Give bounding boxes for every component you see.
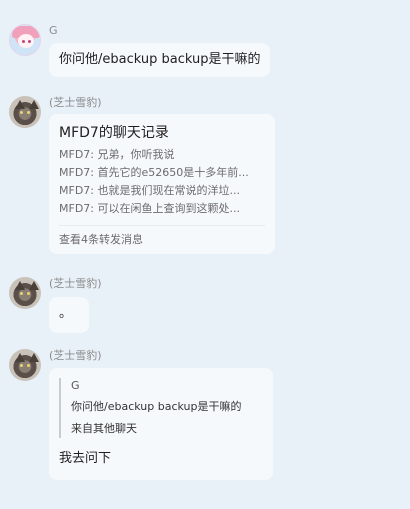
quote-sender: G [71,379,80,392]
forward-line: MFD7: 首先它的e52650是十多年前... [59,166,249,179]
avatar[interactable] [9,349,41,381]
message-text: 我去问下 [59,451,112,466]
quote-text: 你问他/ebackup backup是干嘛的 [71,400,242,413]
forward-line: MFD7: 可以在闲鱼上查询到这颗处... [59,202,240,215]
message-bubble[interactable]: 你问他/ebackup backup是干嘛的 [49,43,271,77]
forward-line: MFD7: 兄弟，你听我说 [59,148,175,161]
forwarded-chat-card[interactable]: MFD7的聊天记录 MFD7: 兄弟，你听我说 MFD7: 首先它的e52650… [49,114,275,254]
avatar[interactable] [9,24,41,56]
divider [59,225,265,226]
avatar[interactable] [9,96,41,128]
view-forwarded-link[interactable]: 查看4条转发消息 [59,232,265,248]
sender-name: (芝士雪豹) [49,349,102,362]
avatar[interactable] [9,277,41,309]
message-bubble[interactable]: 。 [49,297,89,333]
sender-name: (芝士雪豹) [49,96,102,109]
message-text: 。 [59,306,73,321]
quote-source: 来自其他聊天 [71,422,137,435]
forward-title: MFD7的聊天记录 [59,125,169,141]
quoted-message[interactable]: G 你问他/ebackup backup是干嘛的 来自其他聊天 [59,378,263,438]
sender-name: (芝士雪豹) [49,277,102,290]
chat-message-list: G 你问他/ebackup backup是干嘛的 (芝士雪豹) MFD7的聊天记… [0,0,410,509]
forward-line: MFD7: 也就是我们现在常说的洋垃... [59,184,240,197]
message-text: 你问他/ebackup backup是干嘛的 [59,52,261,67]
message-bubble[interactable]: G 你问他/ebackup backup是干嘛的 来自其他聊天 我去问下 [49,368,273,480]
sender-name: G [49,24,58,37]
